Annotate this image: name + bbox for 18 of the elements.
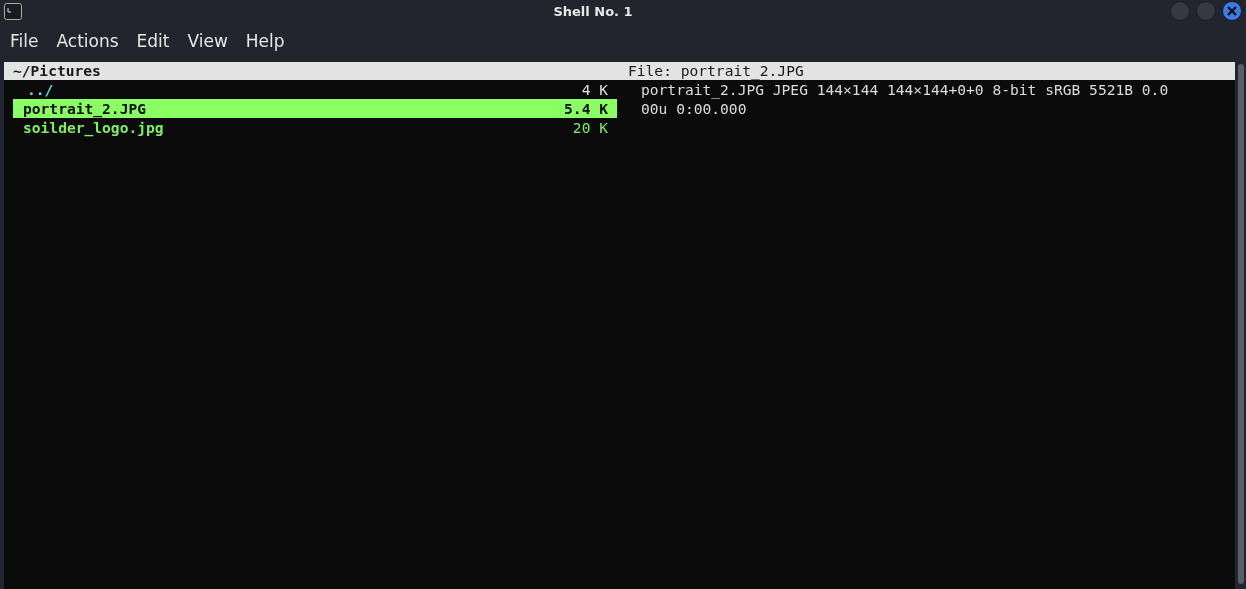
close-button[interactable]: [1222, 1, 1242, 21]
file-row[interactable]: portrait_2.JPG 5.4 K: [13, 99, 617, 118]
menu-item[interactable]: Actions: [56, 31, 119, 51]
preview-text: 00u 0:00.000: [641, 99, 748, 118]
file-info: File: portrait_2.JPG: [628, 62, 804, 80]
minimize-button[interactable]: [1170, 1, 1190, 21]
scrollbar[interactable]: [1237, 64, 1244, 584]
window-title: Shell No. 1: [552, 3, 634, 19]
directory-path: ~/Pictures: [13, 62, 102, 80]
maximize-button[interactable]: [1196, 1, 1216, 21]
close-icon: [1227, 6, 1237, 16]
menu-item[interactable]: View: [187, 31, 228, 51]
preview-text: portrait_2.JPG JPEG 144×144 144×144+0+0 8-bit sRGB 5521B 0.0: [641, 80, 1169, 99]
menu-item[interactable]: Edit: [136, 31, 170, 51]
menu-item[interactable]: File: [10, 31, 39, 51]
menu-item[interactable]: Help: [245, 31, 285, 51]
file-row[interactable]: ../ 4 K: [13, 80, 617, 99]
file-row[interactable]: soilder_logo.jpg 20 K: [13, 118, 617, 137]
